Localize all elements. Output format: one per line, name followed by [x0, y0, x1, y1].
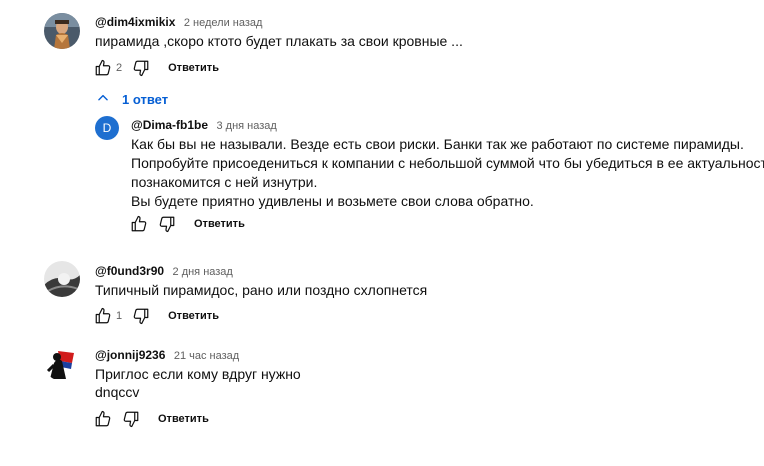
thumb-down-icon[interactable] — [120, 408, 142, 430]
reply-author[interactable]: @Dima-fb1be — [131, 118, 208, 132]
comment-text-line: Приглос если кому вдруг нужно — [95, 366, 301, 382]
reply-button[interactable]: Ответить — [158, 413, 209, 425]
thumb-down-icon[interactable] — [130, 305, 152, 327]
comment-text: Типичный пирамидос, рано или поздно схло… — [95, 282, 428, 298]
avatar[interactable] — [44, 13, 80, 49]
comment-time[interactable]: 2 недели назад — [184, 17, 263, 29]
comment-author[interactable]: @dim4ixmikix — [95, 15, 175, 29]
reply-button[interactable]: Ответить — [194, 218, 245, 230]
replies-toggle-button[interactable]: 1 ответ — [96, 91, 168, 108]
like-count: 2 — [116, 62, 123, 74]
thumb-down-icon[interactable] — [130, 57, 152, 79]
comment-author[interactable]: @jonnij9236 — [95, 348, 165, 362]
chevron-up-icon — [96, 91, 110, 108]
reply-button[interactable]: Ответить — [168, 310, 219, 322]
reply-actions: Ответить — [128, 212, 245, 236]
comment-actions: Ответить — [92, 407, 209, 431]
comment-author[interactable]: @f0und3r90 — [95, 264, 164, 278]
avatar[interactable] — [44, 345, 80, 381]
reply-time[interactable]: 3 дня назад — [217, 120, 277, 132]
comment-time[interactable]: 2 дня назад — [173, 266, 233, 278]
thumb-up-icon[interactable] — [128, 213, 150, 235]
thumb-up-icon[interactable] — [92, 57, 114, 79]
comment-text-line: dnqccv — [95, 384, 140, 400]
avatar[interactable] — [44, 261, 80, 297]
like-count: 1 — [116, 310, 123, 322]
comment-actions: 2 Ответить — [92, 56, 219, 80]
reply-avatar[interactable]: D — [95, 116, 119, 140]
thumb-up-icon[interactable] — [92, 408, 114, 430]
reply-button[interactable]: Ответить — [168, 62, 219, 74]
thumb-down-icon[interactable] — [156, 213, 178, 235]
comment-actions: 1 Ответить — [92, 304, 219, 328]
reply-text-line: Вы будете приятно удивлены и возьмете св… — [131, 193, 534, 209]
thumb-up-icon[interactable] — [92, 305, 114, 327]
reply-text-line: Попробуйте присоедениться к компании с н… — [131, 155, 764, 171]
avatar-letter: D — [102, 121, 112, 135]
comment-time[interactable]: 21 час назад — [174, 350, 239, 362]
reply-text-line: познакомится с ней изнутри. — [131, 174, 318, 190]
reply-text-line: Как бы вы не называли. Везде есть свои р… — [131, 136, 744, 152]
replies-count-label: 1 ответ — [122, 92, 169, 107]
comment-text: пирамида ,скоро ктото будет плакать за с… — [95, 33, 463, 49]
